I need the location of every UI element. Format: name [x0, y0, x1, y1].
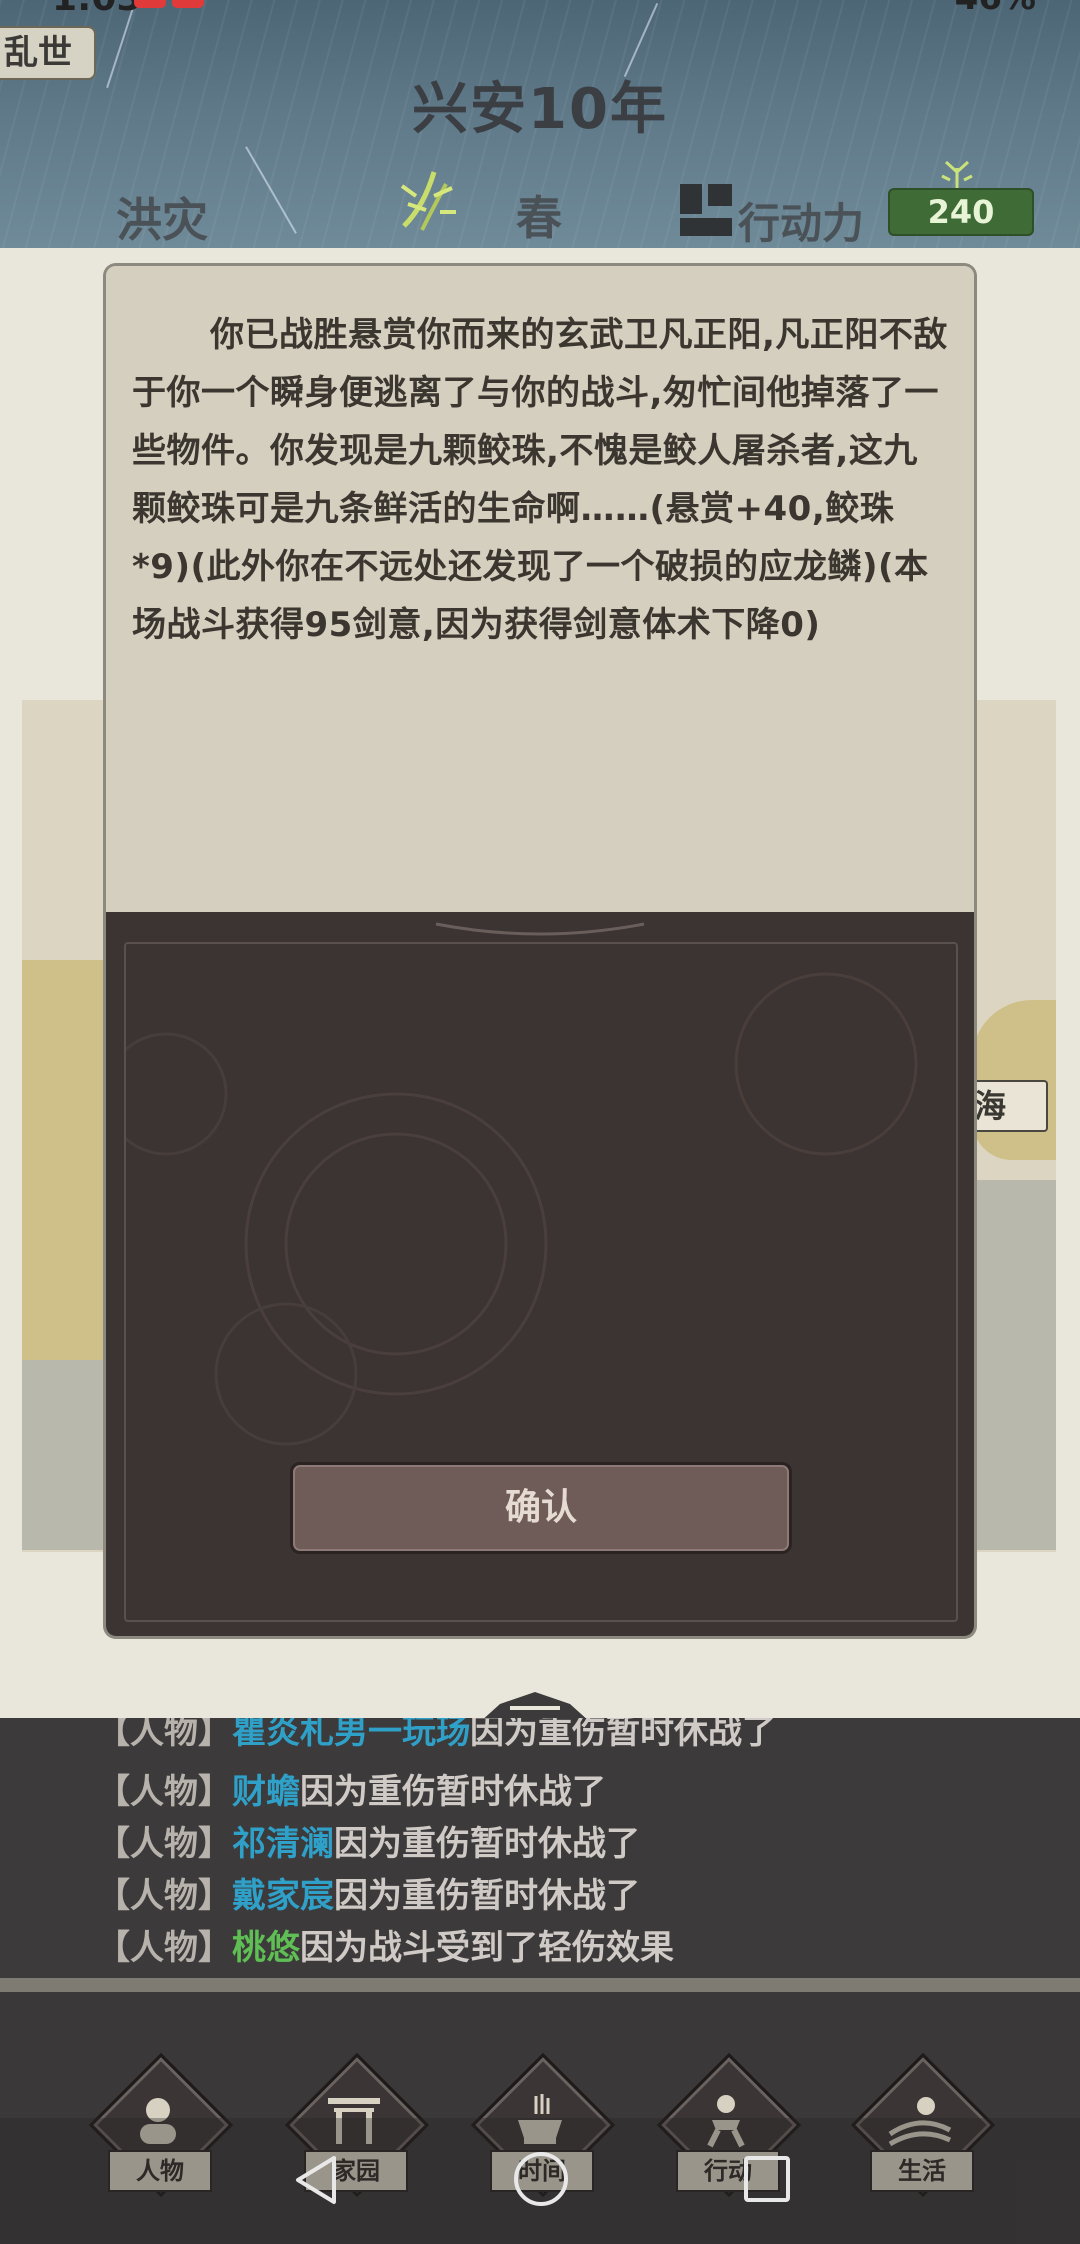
- confirm-button[interactable]: 确认: [290, 1462, 792, 1554]
- log-entry-name[interactable]: 瞿炎札男一玩玚: [232, 1718, 470, 1752]
- year-title: 兴安10年: [412, 77, 668, 142]
- dialog-arch-ornament: [106, 912, 974, 938]
- map-sea-label[interactable]: 海: [966, 1080, 1048, 1132]
- log-entry: 【人物】祁清澜因为重伤暂时休战了: [96, 1824, 640, 1864]
- action-power-icon: [680, 184, 732, 236]
- disaster-label: 洪灾: [116, 193, 208, 247]
- season-label: 春: [516, 191, 562, 245]
- action-power-label: 行动力: [738, 199, 865, 248]
- notification-badges: [134, 0, 210, 12]
- sprout-icon: [941, 160, 973, 188]
- dialog-message: 你已战胜悬赏你而来的玄武卫凡正阳,凡正阳不敌于你一个瞬身便逃离了与你的战斗,匆忙…: [132, 315, 948, 645]
- log-entry: 【人物】财蟾因为重伤暂时休战了: [96, 1772, 606, 1812]
- status-battery: 46%: [955, 0, 1036, 18]
- back-icon[interactable]: [290, 2152, 346, 2208]
- recent-apps-icon[interactable]: [744, 2156, 790, 2202]
- log-entry: 【人物】瞿炎札男一玩玚因为重伤暂时休战了: [96, 1718, 776, 1753]
- log-entry-name[interactable]: 戴家宸: [232, 1876, 334, 1916]
- log-divider: [0, 1978, 1080, 1992]
- log-entry-name[interactable]: 桃悠: [232, 1928, 300, 1968]
- event-log-panel[interactable]: 【人物】瞿炎札男一玩玚因为重伤暂时休战了 【人物】财蟾因为重伤暂时休战了 【人物…: [0, 1718, 1080, 1982]
- bamboo-icon: [400, 171, 456, 231]
- log-entry-name[interactable]: 祁清澜: [232, 1824, 334, 1864]
- log-entry-name[interactable]: 财蟾: [232, 1772, 300, 1812]
- event-dialog: 你已战胜悬赏你而来的玄武卫凡正阳,凡正阳不敌于你一个瞬身便逃离了与你的战斗,匆忙…: [106, 266, 974, 1636]
- status-time: 1:03: [52, 0, 142, 19]
- log-entry: 【人物】桃悠因为战斗受到了轻伤效果: [96, 1928, 674, 1968]
- home-icon[interactable]: [514, 2152, 568, 2206]
- log-entry: 【人物】戴家宸因为重伤暂时休战了: [96, 1876, 640, 1916]
- action-power-value: 240: [888, 188, 1034, 236]
